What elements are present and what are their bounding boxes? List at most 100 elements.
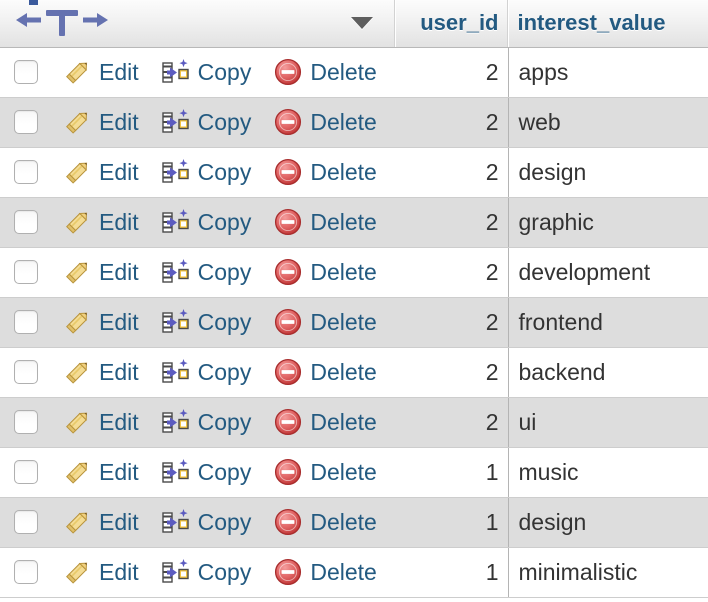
sort-move-icon[interactable] bbox=[14, 3, 110, 43]
row-actions: Edit Copy Delete bbox=[14, 457, 395, 487]
copy-link[interactable]: Copy bbox=[161, 357, 251, 387]
row-select-checkbox[interactable] bbox=[14, 310, 38, 334]
copy-link[interactable]: Copy bbox=[161, 207, 251, 237]
copy-link[interactable]: Copy bbox=[161, 107, 251, 137]
copy-link[interactable]: Copy bbox=[161, 57, 251, 87]
cell-interest-value[interactable]: frontend bbox=[508, 297, 708, 348]
table-row[interactable]: Edit Copy Delete 1 minimalistic bbox=[0, 547, 708, 598]
edit-link[interactable]: Edit bbox=[62, 357, 139, 387]
column-header-interest-value[interactable]: interest_value bbox=[508, 0, 708, 48]
edit-link[interactable]: Edit bbox=[62, 257, 139, 287]
table-row[interactable]: Edit Copy Delete 2 development bbox=[0, 247, 708, 298]
row-actions: Edit Copy Delete bbox=[14, 107, 395, 137]
edit-link[interactable]: Edit bbox=[62, 457, 139, 487]
copy-link[interactable]: Copy bbox=[161, 257, 251, 287]
cell-user-id[interactable]: 2 bbox=[395, 147, 509, 198]
delete-link[interactable]: Delete bbox=[273, 107, 377, 137]
cell-interest-value[interactable]: design bbox=[508, 497, 708, 548]
cell-user-id[interactable]: 2 bbox=[395, 247, 509, 298]
copy-icon bbox=[161, 257, 191, 287]
chevron-down-icon[interactable] bbox=[350, 17, 373, 30]
copy-label: Copy bbox=[197, 408, 252, 435]
table-row[interactable]: Edit Copy Delete 1 design bbox=[0, 497, 708, 548]
edit-link[interactable]: Edit bbox=[62, 557, 139, 587]
delete-link[interactable]: Delete bbox=[273, 407, 377, 437]
row-actions: Edit Copy Delete bbox=[14, 307, 395, 337]
column-header-user-id[interactable]: user_id bbox=[395, 0, 509, 48]
copy-icon bbox=[161, 407, 191, 437]
row-select-checkbox[interactable] bbox=[14, 110, 38, 134]
row-select-checkbox[interactable] bbox=[14, 160, 38, 184]
cell-interest-value[interactable]: design bbox=[508, 147, 708, 198]
cell-user-id[interactable]: 1 bbox=[395, 547, 509, 598]
row-actions: Edit Copy Delete bbox=[14, 507, 395, 537]
copy-label: Copy bbox=[197, 558, 252, 585]
table-row[interactable]: Edit Copy Delete 2 ui bbox=[0, 397, 708, 448]
copy-link[interactable]: Copy bbox=[161, 407, 252, 437]
edit-link[interactable]: Edit bbox=[62, 207, 139, 237]
cell-interest-value[interactable]: ui bbox=[508, 397, 708, 448]
copy-icon bbox=[161, 357, 191, 387]
cell-interest-value[interactable]: apps bbox=[508, 47, 708, 98]
row-select-checkbox[interactable] bbox=[14, 510, 38, 534]
row-select-checkbox[interactable] bbox=[14, 460, 38, 484]
copy-link[interactable]: Copy bbox=[161, 157, 251, 187]
cell-user-id[interactable]: 2 bbox=[395, 97, 509, 148]
table-row[interactable]: Edit Copy Delete 2 frontend bbox=[0, 297, 708, 348]
cell-interest-value[interactable]: graphic bbox=[508, 197, 708, 248]
pencil-icon bbox=[62, 407, 92, 437]
edit-link[interactable]: Edit bbox=[62, 407, 139, 437]
row-actions-cell: Edit Copy Delete bbox=[0, 497, 395, 548]
copy-link[interactable]: Copy bbox=[161, 507, 251, 537]
edit-link[interactable]: Edit bbox=[62, 307, 139, 337]
delete-link[interactable]: Delete bbox=[273, 457, 377, 487]
edit-label: Edit bbox=[99, 308, 139, 335]
row-select-checkbox[interactable] bbox=[14, 260, 38, 284]
delete-link[interactable]: Delete bbox=[273, 507, 377, 537]
delete-link[interactable]: Delete bbox=[273, 257, 377, 287]
delete-link[interactable]: Delete bbox=[273, 307, 377, 337]
cell-user-id[interactable]: 2 bbox=[395, 397, 509, 448]
table-row[interactable]: Edit Copy Delete 1 music bbox=[0, 447, 708, 498]
table-row[interactable]: Edit Copy Delete 2 backend bbox=[0, 347, 708, 398]
delete-link[interactable]: Delete bbox=[273, 57, 377, 87]
row-select-checkbox[interactable] bbox=[14, 60, 38, 84]
cell-user-id[interactable]: 2 bbox=[395, 297, 509, 348]
row-select-checkbox[interactable] bbox=[14, 360, 38, 384]
delete-link[interactable]: Delete bbox=[273, 357, 377, 387]
cell-interest-value[interactable]: backend bbox=[508, 347, 708, 398]
cell-interest-value[interactable]: music bbox=[508, 447, 708, 498]
table-row[interactable]: Edit Copy Delete 2 apps bbox=[0, 47, 708, 98]
table-row[interactable]: Edit Copy Delete 2 design bbox=[0, 147, 708, 198]
cell-user-id[interactable]: 1 bbox=[395, 447, 509, 498]
delete-link[interactable]: Delete bbox=[273, 207, 377, 237]
pencil-icon bbox=[62, 357, 92, 387]
edit-link[interactable]: Edit bbox=[62, 507, 139, 537]
edit-link[interactable]: Edit bbox=[62, 157, 139, 187]
row-select-checkbox[interactable] bbox=[14, 560, 38, 584]
cell-user-id[interactable]: 1 bbox=[395, 497, 509, 548]
cell-user-id[interactable]: 2 bbox=[395, 347, 509, 398]
edit-link[interactable]: Edit bbox=[62, 57, 139, 87]
cell-user-id[interactable]: 2 bbox=[395, 47, 509, 98]
row-select-checkbox[interactable] bbox=[14, 210, 38, 234]
cell-interest-value[interactable]: web bbox=[508, 97, 708, 148]
table-row[interactable]: Edit Copy Delete 2 graphic bbox=[0, 197, 708, 248]
copy-link[interactable]: Copy bbox=[161, 557, 252, 587]
delete-circle-icon bbox=[273, 257, 303, 287]
cell-interest-value[interactable]: minimalistic bbox=[508, 547, 708, 598]
copy-link[interactable]: Copy bbox=[161, 307, 251, 337]
delete-label: Delete bbox=[310, 108, 377, 135]
row-actions: Edit Copy Delete bbox=[14, 407, 395, 437]
edit-link[interactable]: Edit bbox=[62, 107, 139, 137]
cell-interest-value[interactable]: development bbox=[508, 247, 708, 298]
row-actions-cell: Edit Copy Delete bbox=[0, 47, 395, 98]
delete-link[interactable]: Delete bbox=[273, 157, 377, 187]
row-select-checkbox[interactable] bbox=[14, 410, 38, 434]
cell-user-id[interactable]: 2 bbox=[395, 197, 509, 248]
delete-circle-icon bbox=[273, 557, 303, 587]
delete-link[interactable]: Delete bbox=[273, 557, 377, 587]
copy-link[interactable]: Copy bbox=[161, 457, 251, 487]
table-row[interactable]: Edit Copy Delete 2 web bbox=[0, 97, 708, 148]
delete-label: Delete bbox=[310, 208, 377, 235]
